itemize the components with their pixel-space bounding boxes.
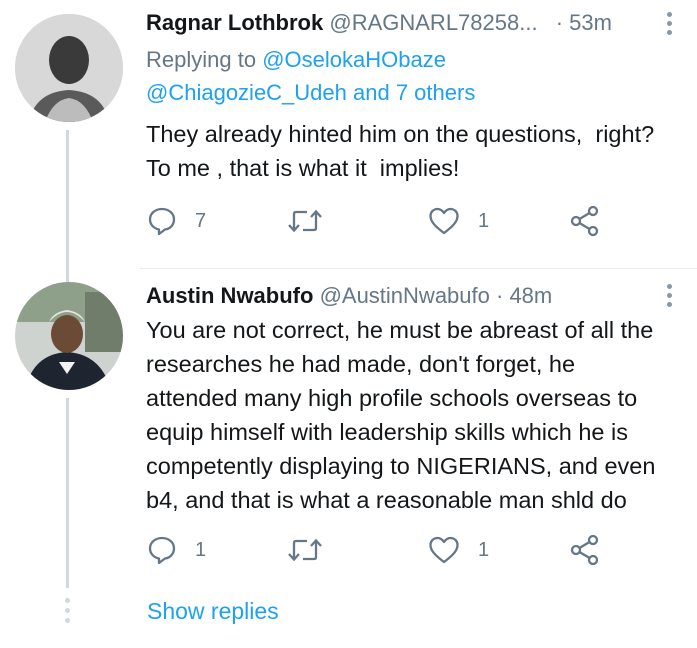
- heart-icon: [428, 535, 460, 565]
- like-button[interactable]: 1: [428, 206, 489, 236]
- retweet-icon: [287, 535, 323, 565]
- thread-dot: [65, 598, 70, 603]
- user-handle[interactable]: @AustinNwabufo: [320, 283, 490, 308]
- divider: [140, 268, 697, 269]
- replying-to: Replying to @OselokaHObaze: [146, 44, 446, 76]
- user-handle[interactable]: @RAGNARL78258...: [329, 10, 537, 35]
- reply-icon: [147, 206, 177, 236]
- thread-dot: [65, 608, 70, 613]
- timestamp[interactable]: · 53m: [556, 10, 612, 35]
- reply-button[interactable]: 1: [147, 535, 206, 565]
- display-name[interactable]: Ragnar Lothbrok: [146, 10, 323, 35]
- tweet-header: Austin Nwabufo @AustinNwabufo · 48m: [146, 283, 552, 309]
- tweet-text: You are not correct, he must be abreast …: [146, 317, 656, 513]
- share-button[interactable]: [569, 534, 601, 566]
- retweet-button[interactable]: [287, 206, 323, 236]
- share-button[interactable]: [569, 205, 601, 237]
- more-options-icon[interactable]: [664, 12, 674, 38]
- avatar[interactable]: [15, 14, 123, 122]
- mention-others-link[interactable]: @ChiagozieC_Udeh and 7 others: [146, 80, 475, 105]
- replying-to-others: @ChiagozieC_Udeh and 7 others: [146, 77, 475, 109]
- replying-to-label: Replying to: [146, 47, 257, 72]
- tweet-header: Ragnar Lothbrok @RAGNARL78258... · 53m: [146, 10, 612, 36]
- retweet-icon: [287, 206, 323, 236]
- mention-link[interactable]: @OselokaHObaze: [262, 47, 446, 72]
- thread-line: [66, 398, 69, 588]
- reply-count: 7: [195, 209, 207, 232]
- share-icon: [569, 534, 601, 566]
- thread-line: [66, 130, 69, 282]
- tweet-text: They already hinted him on the questions…: [146, 121, 655, 181]
- share-icon: [569, 205, 601, 237]
- retweet-button[interactable]: [287, 535, 323, 565]
- display-name[interactable]: Austin Nwabufo: [146, 283, 313, 308]
- more-options-icon[interactable]: [664, 284, 674, 310]
- like-count: 1: [478, 209, 490, 232]
- show-replies-link[interactable]: Show replies: [147, 598, 279, 625]
- thread-dot: [65, 618, 70, 623]
- heart-icon: [428, 206, 460, 236]
- reply-icon: [147, 535, 177, 565]
- avatar[interactable]: [15, 282, 123, 390]
- timestamp[interactable]: · 48m: [496, 283, 552, 308]
- reply-button[interactable]: 7: [147, 206, 206, 236]
- like-button[interactable]: 1: [428, 535, 489, 565]
- reply-count: 1: [195, 538, 207, 561]
- like-count: 1: [478, 538, 490, 561]
